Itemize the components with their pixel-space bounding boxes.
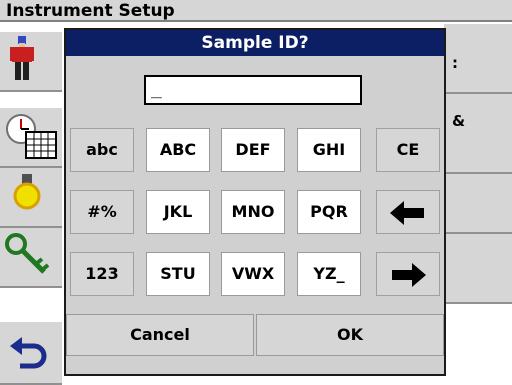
background-right-label-2: & bbox=[452, 112, 466, 130]
key-forward[interactable] bbox=[376, 252, 440, 296]
key-lowercase[interactable]: abc bbox=[70, 128, 134, 172]
lamp-icon bbox=[13, 174, 41, 210]
key-ghi[interactable]: GHI bbox=[297, 128, 361, 172]
key-backspace[interactable] bbox=[376, 190, 440, 234]
back-button[interactable] bbox=[0, 322, 62, 385]
cancel-button[interactable]: Cancel bbox=[66, 314, 254, 356]
date-time-button[interactable] bbox=[0, 108, 62, 168]
background-left-menu bbox=[0, 22, 64, 385]
security-button[interactable] bbox=[0, 228, 62, 288]
sample-id-dialog: Sample ID? _ abc ABC DEF GHI CE #% JKL M… bbox=[64, 28, 446, 376]
ok-button[interactable]: OK bbox=[256, 314, 444, 356]
background-right-item-4[interactable] bbox=[444, 234, 512, 304]
arrow-left-icon bbox=[390, 201, 424, 225]
arrow-right-icon bbox=[392, 263, 426, 287]
key-yz[interactable]: YZ_ bbox=[297, 252, 361, 296]
key-clear-entry[interactable]: CE bbox=[376, 128, 440, 172]
back-icon bbox=[10, 337, 47, 369]
key-vwx[interactable]: VWX bbox=[221, 252, 285, 296]
background-right-item-2[interactable]: & bbox=[444, 94, 512, 174]
key-mno[interactable]: MNO bbox=[221, 190, 285, 234]
dialog-title: Sample ID? bbox=[66, 30, 444, 56]
lamp-button[interactable] bbox=[0, 168, 62, 228]
key-numbers[interactable]: 123 bbox=[70, 252, 134, 296]
key-pqr[interactable]: PQR bbox=[297, 190, 361, 234]
key-def[interactable]: DEF bbox=[221, 128, 285, 172]
key-jkl[interactable]: JKL bbox=[146, 190, 210, 234]
operator-icon bbox=[10, 36, 34, 80]
key-icon bbox=[5, 233, 50, 274]
background-title: Instrument Setup bbox=[6, 1, 175, 21]
background-right-item-1[interactable]: : bbox=[444, 24, 512, 94]
operator-button[interactable] bbox=[0, 32, 62, 92]
key-abc[interactable]: ABC bbox=[146, 128, 210, 172]
key-stu[interactable]: STU bbox=[146, 252, 210, 296]
sample-id-input[interactable]: _ bbox=[144, 75, 362, 105]
background-right-item-3[interactable] bbox=[444, 174, 512, 234]
key-symbols[interactable]: #% bbox=[70, 190, 134, 234]
background-title-bar: Instrument Setup bbox=[0, 0, 512, 22]
background-right-menu: : & bbox=[444, 24, 512, 304]
background-right-label-1: : bbox=[452, 54, 458, 72]
clock-calendar-icon bbox=[6, 114, 57, 159]
